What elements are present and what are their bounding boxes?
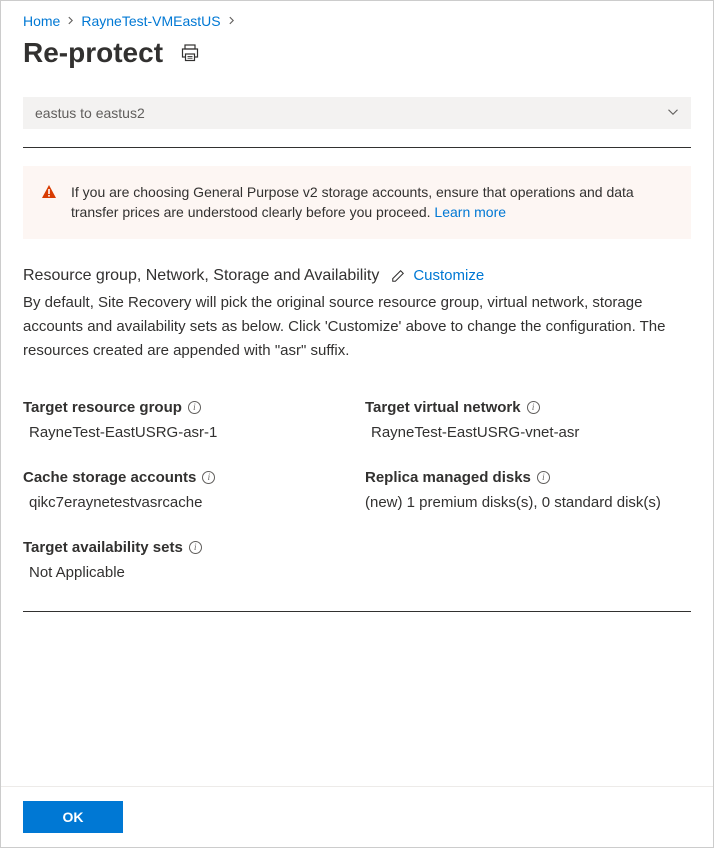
field-value: RayneTest-EastUSRG-vnet-asr [365, 424, 691, 441]
direction-dropdown[interactable]: eastus to eastus2 [23, 97, 691, 129]
field-target-resource-group: Target resource group i RayneTest-EastUS… [23, 399, 349, 441]
learn-more-link[interactable]: Learn more [434, 204, 506, 220]
print-icon[interactable] [181, 44, 199, 62]
section-header: Resource group, Network, Storage and Ava… [23, 267, 691, 285]
field-value: qikc7eraynetestvasrcache [23, 494, 349, 511]
chevron-down-icon [667, 105, 679, 121]
chevron-right-icon [227, 14, 236, 28]
info-icon[interactable]: i [188, 401, 201, 414]
warning-icon [41, 184, 57, 200]
page-title-row: Re-protect [23, 37, 691, 69]
section-title: Resource group, Network, Storage and Ava… [23, 267, 379, 285]
section-description: By default, Site Recovery will pick the … [23, 291, 691, 363]
field-value: RayneTest-EastUSRG-asr-1 [23, 424, 349, 441]
breadcrumb-home[interactable]: Home [23, 13, 60, 29]
field-label: Cache storage accounts [23, 469, 196, 486]
divider [23, 611, 691, 612]
field-replica-managed-disks: Replica managed disks i (new) 1 premium … [365, 469, 691, 511]
footer: OK [1, 786, 713, 847]
pencil-icon [391, 269, 405, 283]
field-value: Not Applicable [23, 564, 349, 581]
field-target-availability-sets: Target availability sets i Not Applicabl… [23, 539, 349, 581]
breadcrumb: Home RayneTest-VMEastUS [23, 13, 691, 29]
info-icon[interactable]: i [527, 401, 540, 414]
warning-banner: If you are choosing General Purpose v2 s… [23, 166, 691, 239]
customize-link[interactable]: Customize [413, 267, 484, 284]
ok-button[interactable]: OK [23, 801, 123, 833]
field-label: Replica managed disks [365, 469, 531, 486]
field-target-virtual-network: Target virtual network i RayneTest-EastU… [365, 399, 691, 441]
divider [23, 147, 691, 148]
info-icon[interactable]: i [537, 471, 550, 484]
field-cache-storage-accounts: Cache storage accounts i qikc7eraynetest… [23, 469, 349, 511]
fields-grid: Target resource group i RayneTest-EastUS… [23, 399, 691, 581]
dropdown-selected: eastus to eastus2 [35, 105, 145, 121]
chevron-right-icon [66, 14, 75, 28]
field-label: Target availability sets [23, 539, 183, 556]
field-value: (new) 1 premium disks(s), 0 standard dis… [365, 494, 691, 511]
warning-text: If you are choosing General Purpose v2 s… [71, 182, 673, 223]
field-label: Target resource group [23, 399, 182, 416]
info-icon[interactable]: i [189, 541, 202, 554]
field-label: Target virtual network [365, 399, 521, 416]
breadcrumb-vm[interactable]: RayneTest-VMEastUS [81, 13, 220, 29]
info-icon[interactable]: i [202, 471, 215, 484]
page-title: Re-protect [23, 37, 163, 69]
